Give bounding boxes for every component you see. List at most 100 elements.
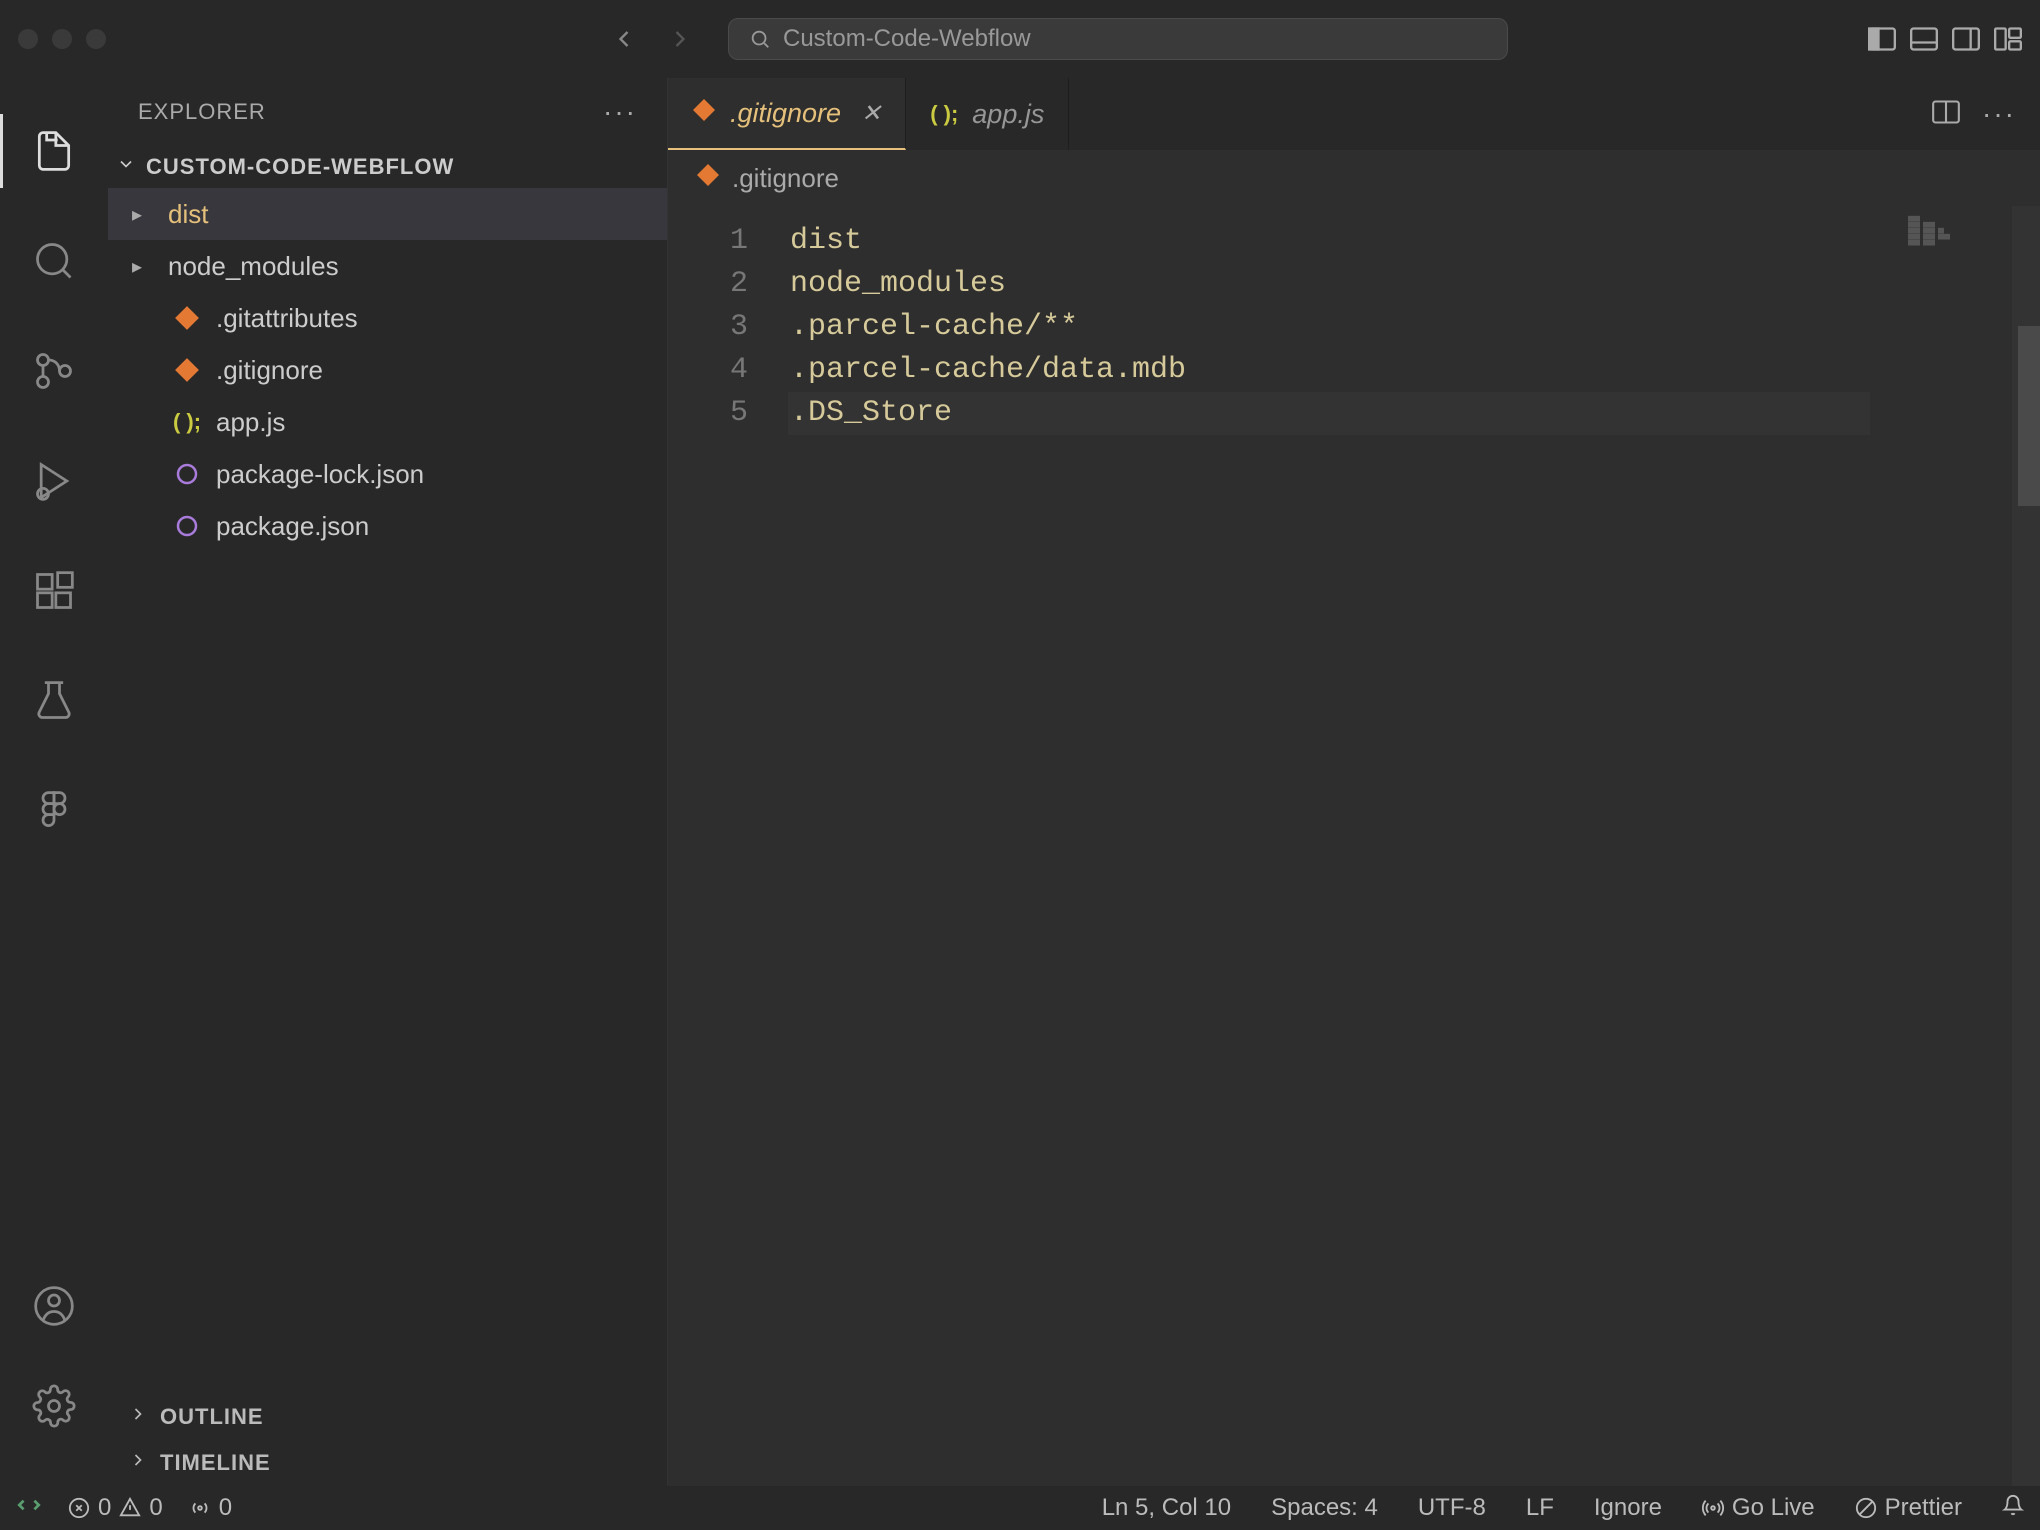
tree-item-label: .gitattributes	[216, 303, 358, 334]
status-ports[interactable]: 0	[189, 1494, 232, 1522]
tree-item-node-modules[interactable]: node_modules	[108, 240, 667, 292]
status-eol[interactable]: LF	[1526, 1494, 1554, 1522]
debug-icon	[32, 459, 76, 503]
source-control-icon	[32, 349, 76, 393]
code-content[interactable]: dist node_modules .parcel-cache/** .parc…	[788, 206, 2040, 1486]
cancel-icon	[1855, 1497, 1877, 1519]
activity-bar	[0, 78, 108, 1486]
sidebar: EXPLORER ··· CUSTOM-CODE-WEBFLOW dist no…	[108, 78, 668, 1486]
project-root[interactable]: CUSTOM-CODE-WEBFLOW	[108, 146, 667, 188]
title-bar: Custom-Code-Webflow	[0, 0, 2040, 78]
activity-explorer[interactable]	[0, 96, 108, 206]
git-file-icon	[696, 163, 720, 194]
close-tab-icon[interactable]: ✕	[861, 99, 881, 128]
close-window-button[interactable]	[18, 29, 38, 49]
status-prettier[interactable]: Prettier	[1855, 1494, 1962, 1522]
chevron-down-icon	[116, 154, 136, 180]
activity-search[interactable]	[0, 206, 108, 316]
nav-back-button[interactable]	[610, 24, 638, 54]
minimap[interactable]: ████████ ████████ ████ ██████ ████ █████…	[1908, 206, 2018, 1486]
toggle-secondary-sidebar-icon[interactable]	[1952, 27, 1980, 51]
status-cursor[interactable]: Ln 5, Col 10	[1102, 1494, 1231, 1522]
tree-item-app-js[interactable]: ( ); app.js	[108, 396, 667, 448]
chevron-right-icon	[128, 1404, 148, 1430]
sidebar-more-icon[interactable]: ···	[603, 96, 637, 128]
status-spaces[interactable]: Spaces: 4	[1271, 1494, 1378, 1522]
tab-label: app.js	[972, 99, 1044, 130]
command-center[interactable]: Custom-Code-Webflow	[728, 18, 1508, 60]
minimize-window-button[interactable]	[52, 29, 72, 49]
editor-area: .gitignore ✕ ( ); app.js ··· .gitignore	[668, 78, 2040, 1486]
activity-settings[interactable]	[0, 1356, 108, 1456]
error-icon	[68, 1497, 90, 1519]
code-editor[interactable]: 12345 dist node_modules .parcel-cache/**…	[668, 206, 2040, 1486]
nav-forward-button[interactable]	[666, 24, 694, 54]
tree-item-label: node_modules	[168, 251, 339, 282]
figma-icon	[32, 789, 76, 833]
activity-accounts[interactable]	[0, 1256, 108, 1356]
traffic-lights	[18, 29, 106, 49]
tab-app-js[interactable]: ( ); app.js	[906, 78, 1069, 150]
tab-gitignore[interactable]: .gitignore ✕	[668, 78, 906, 150]
status-notifications-icon[interactable]	[2002, 1494, 2024, 1523]
activity-run-debug[interactable]	[0, 426, 108, 536]
warning-icon	[119, 1497, 141, 1519]
split-editor-icon[interactable]	[1932, 100, 1960, 129]
js-file-icon: ( );	[930, 101, 958, 127]
files-icon	[32, 129, 76, 173]
prettier-label: Prettier	[1885, 1494, 1962, 1522]
git-file-icon	[172, 357, 202, 383]
code-line[interactable]: node_modules	[788, 263, 2040, 306]
status-language[interactable]: Ignore	[1594, 1494, 1662, 1522]
tree-item-gitignore[interactable]: .gitignore	[108, 344, 667, 396]
remote-indicator-icon[interactable]	[16, 1492, 42, 1525]
status-encoding[interactable]: UTF-8	[1418, 1494, 1486, 1522]
git-file-icon	[172, 305, 202, 331]
outline-section[interactable]: OUTLINE	[108, 1394, 667, 1440]
errors-count: 0	[98, 1494, 111, 1522]
status-go-live[interactable]: Go Live	[1702, 1494, 1815, 1522]
vertical-scrollbar-thumb[interactable]	[2018, 326, 2040, 506]
radio-tower-icon	[189, 1497, 211, 1519]
breadcrumb[interactable]: .gitignore	[668, 150, 2040, 206]
status-problems[interactable]: 0 0	[68, 1494, 163, 1522]
gear-icon	[32, 1384, 76, 1428]
tree-item-package-lock[interactable]: package-lock.json	[108, 448, 667, 500]
tree-item-label: package-lock.json	[216, 459, 424, 490]
activity-figma[interactable]	[0, 756, 108, 866]
code-line[interactable]: .parcel-cache/**	[788, 306, 2040, 349]
tree-item-package-json[interactable]: package.json	[108, 500, 667, 552]
toggle-primary-sidebar-icon[interactable]	[1868, 27, 1896, 51]
customize-layout-icon[interactable]	[1994, 27, 2022, 51]
explorer-tree: CUSTOM-CODE-WEBFLOW dist node_modules .g…	[108, 146, 667, 1394]
git-file-icon	[692, 98, 716, 129]
account-icon	[32, 1284, 76, 1328]
editor-more-icon[interactable]: ···	[1982, 98, 2016, 130]
go-live-label: Go Live	[1732, 1494, 1815, 1522]
code-line[interactable]: .DS_Store	[788, 392, 1870, 435]
search-icon	[32, 239, 76, 283]
tree-item-label: package.json	[216, 511, 369, 542]
timeline-section[interactable]: TIMELINE	[108, 1440, 667, 1486]
code-line[interactable]: dist	[788, 220, 2040, 263]
editor-tabs: .gitignore ✕ ( ); app.js ···	[668, 78, 2040, 150]
command-center-text: Custom-Code-Webflow	[783, 25, 1031, 53]
extensions-icon	[32, 569, 76, 613]
sidebar-header: EXPLORER ···	[108, 78, 667, 146]
layout-controls	[1868, 27, 2022, 51]
tree-item-gitattributes[interactable]: .gitattributes	[108, 292, 667, 344]
chevron-right-icon	[128, 1450, 148, 1476]
beaker-icon	[32, 679, 76, 723]
toggle-panel-icon[interactable]	[1910, 27, 1938, 51]
activity-extensions[interactable]	[0, 536, 108, 646]
tree-item-dist[interactable]: dist	[108, 188, 667, 240]
js-file-icon: ( );	[172, 409, 202, 435]
activity-source-control[interactable]	[0, 316, 108, 426]
chevron-right-icon	[132, 254, 154, 279]
maximize-window-button[interactable]	[86, 29, 106, 49]
status-bar: 0 0 0 Ln 5, Col 10 Spaces: 4 UTF-8 LF Ig…	[0, 1486, 2040, 1530]
code-line[interactable]: .parcel-cache/data.mdb	[788, 349, 2040, 392]
activity-testing[interactable]	[0, 646, 108, 756]
ports-count: 0	[219, 1494, 232, 1522]
nav-arrows	[610, 24, 694, 54]
